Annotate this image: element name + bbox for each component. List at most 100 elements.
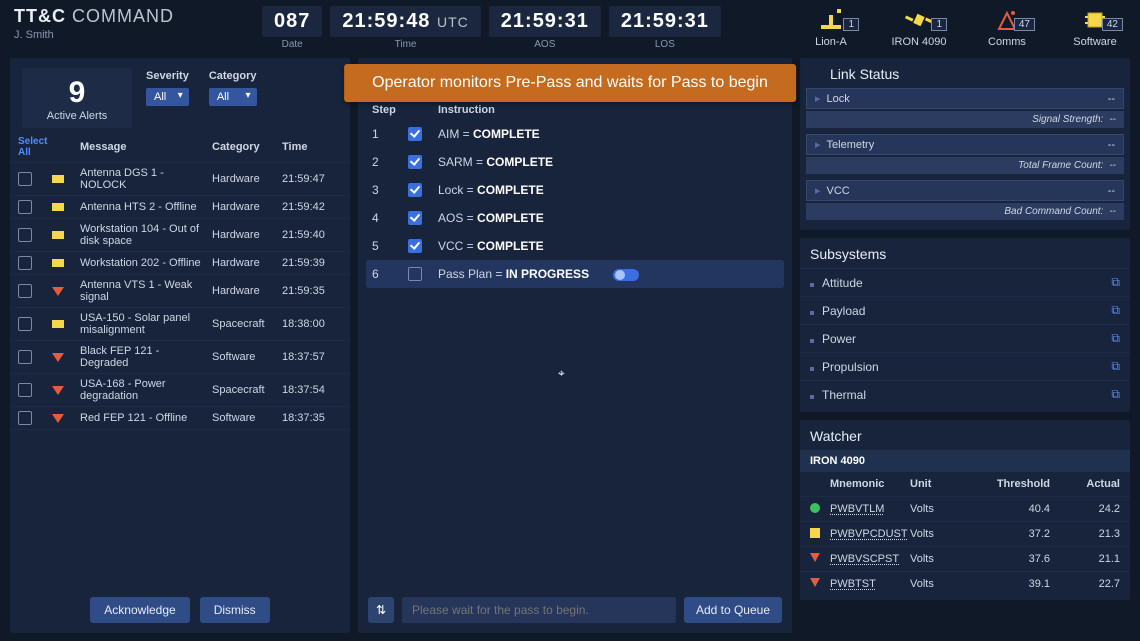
alert-time: 21:59:47 (282, 173, 342, 185)
alert-message: Antenna HTS 2 - Offline (80, 201, 206, 213)
alert-row[interactable]: Antenna DGS 1 - NOLOCK Hardware 21:59:47 (10, 163, 350, 196)
alert-category: Hardware (212, 201, 276, 213)
alert-message: Workstation 202 - Offline (80, 257, 206, 269)
alert-checkbox[interactable] (18, 284, 32, 298)
alert-row[interactable]: USA-150 - Solar panel misalignment Space… (10, 308, 350, 341)
step-checkbox[interactable] (408, 155, 422, 169)
app-title: TT&C COMMAND (14, 6, 254, 27)
alert-checkbox[interactable] (18, 317, 32, 331)
severity-critical-icon (52, 353, 64, 362)
add-to-queue-button[interactable]: Add to Queue (684, 597, 782, 623)
mnemonic[interactable]: PWBVSCPST (830, 553, 910, 565)
link-status-panel: Link Status ▸Lock-- Signal Strength:-- ▸… (800, 58, 1130, 230)
step-checkbox[interactable] (408, 183, 422, 197)
watcher-row[interactable]: PWBVSCPST Volts 37.6 21.1 (800, 546, 1130, 571)
clock-date: 087 Date (262, 6, 322, 50)
col-instruction: Instruction (438, 104, 778, 116)
status-critical-icon (810, 553, 820, 562)
alert-checkbox[interactable] (18, 172, 32, 186)
severity-caution-icon (52, 259, 64, 267)
watcher-satellite: IRON 4090 (800, 450, 1130, 472)
alert-row[interactable]: Antenna HTS 2 - Offline Hardware 21:59:4… (10, 196, 350, 219)
alert-checkbox[interactable] (18, 228, 32, 242)
alert-row[interactable]: USA-168 - Power degradation Spacecraft 1… (10, 374, 350, 407)
mnemonic[interactable]: PWBVPCDUST (830, 528, 910, 540)
alert-time: 21:59:35 (282, 285, 342, 297)
step-number: 5 (372, 239, 408, 253)
step-checkbox[interactable] (408, 239, 422, 253)
acknowledge-button[interactable]: Acknowledge (90, 597, 189, 623)
severity-caution-icon (52, 175, 64, 183)
severity-caution-icon (52, 320, 64, 328)
watcher-row[interactable]: PWBVPCDUST Volts 37.2 21.3 (800, 521, 1130, 546)
subsystem-item[interactable]: Attitude ⧉ (800, 268, 1130, 296)
alert-category: Software (212, 412, 276, 424)
alert-category: Spacecraft (212, 318, 276, 330)
sort-handle-icon[interactable]: ⇅ (368, 597, 394, 623)
subsystem-item[interactable]: Power ⧉ (800, 324, 1130, 352)
popout-icon[interactable]: ⧉ (1111, 303, 1120, 318)
subsystem-item[interactable]: Propulsion ⧉ (800, 352, 1130, 380)
pass-step-row[interactable]: 5 VCC = COMPLETE (358, 232, 792, 260)
alert-checkbox[interactable] (18, 200, 32, 214)
status-critical-icon (810, 578, 820, 587)
toast-banner: Operator monitors Pre-Pass and waits for… (344, 64, 796, 102)
alert-time: 18:37:35 (282, 412, 342, 424)
pass-step-row[interactable]: 2 SARM = COMPLETE (358, 148, 792, 176)
alert-checkbox[interactable] (18, 256, 32, 270)
link-group[interactable]: ▸Lock-- (806, 88, 1124, 109)
status-satellite-icon[interactable]: 1 IRON 4090 (888, 8, 950, 48)
alert-message: USA-168 - Power degradation (80, 378, 206, 402)
status-badge: 47 (1014, 18, 1035, 31)
alert-row[interactable]: Red FEP 121 - Offline Software 18:37:35 (10, 407, 350, 430)
alert-row[interactable]: Black FEP 121 - Degraded Software 18:37:… (10, 341, 350, 374)
alert-checkbox[interactable] (18, 411, 32, 425)
link-group[interactable]: ▸Telemetry-- (806, 134, 1124, 155)
status-badge: 1 (843, 18, 859, 31)
pass-step-row[interactable]: 4 AOS = COMPLETE (358, 204, 792, 232)
category-filter[interactable]: All (209, 88, 257, 106)
severity-filter[interactable]: All (146, 88, 189, 106)
step-number: 3 (372, 183, 408, 197)
dismiss-button[interactable]: Dismiss (200, 597, 270, 623)
pass-step-row[interactable]: 6 Pass Plan = IN PROGRESS (366, 260, 784, 288)
watcher-title: Watcher (800, 420, 1130, 450)
alert-checkbox[interactable] (18, 350, 32, 364)
subsystem-item[interactable]: Thermal ⧉ (800, 380, 1130, 408)
severity-critical-icon (52, 414, 64, 423)
alert-message: Black FEP 121 - Degraded (80, 345, 206, 369)
pass-step-row[interactable]: 3 Lock = COMPLETE (358, 176, 792, 204)
step-toggle[interactable] (613, 269, 639, 281)
alert-row[interactable]: Workstation 104 - Out of disk space Hard… (10, 219, 350, 252)
step-number: 2 (372, 155, 408, 169)
step-checkbox[interactable] (408, 211, 422, 225)
alert-row[interactable]: Antenna VTS 1 - Weak signal Hardware 21:… (10, 275, 350, 308)
step-checkbox[interactable] (408, 267, 422, 281)
alert-count: 9 Active Alerts (22, 68, 132, 128)
popout-icon[interactable]: ⧉ (1111, 387, 1120, 402)
mnemonic[interactable]: PWBVTLM (830, 503, 910, 515)
subsystem-item[interactable]: Payload ⧉ (800, 296, 1130, 324)
step-checkbox[interactable] (408, 127, 422, 141)
select-all[interactable]: Select All (18, 136, 46, 158)
user-name: J. Smith (14, 29, 254, 41)
command-input[interactable] (402, 597, 676, 623)
popout-icon[interactable]: ⧉ (1111, 359, 1120, 374)
popout-icon[interactable]: ⧉ (1111, 275, 1120, 290)
pass-step-row[interactable]: 1 AIM = COMPLETE (358, 120, 792, 148)
status-chip-icon[interactable]: 42 Software (1064, 8, 1126, 48)
link-group[interactable]: ▸VCC-- (806, 180, 1124, 201)
popout-icon[interactable]: ⧉ (1111, 331, 1120, 346)
subsystems-title: Subsystems (800, 238, 1130, 268)
status-antenna-icon[interactable]: 47 Comms (976, 8, 1038, 48)
brand: TT&C COMMAND J. Smith (14, 6, 254, 41)
subsystems-panel: Subsystems Attitude ⧉ Payload ⧉ Power ⧉ … (800, 238, 1130, 412)
watcher-row[interactable]: PWBTST Volts 39.1 22.7 (800, 571, 1130, 596)
link-metric: Total Frame Count:-- (806, 157, 1124, 174)
alert-row[interactable]: Workstation 202 - Offline Hardware 21:59… (10, 252, 350, 275)
alert-checkbox[interactable] (18, 383, 32, 397)
mnemonic[interactable]: PWBTST (830, 578, 910, 590)
status-ground-station-icon[interactable]: 1 Lion-A (800, 8, 862, 48)
alert-message: Workstation 104 - Out of disk space (80, 223, 206, 247)
watcher-row[interactable]: PWBVTLM Volts 40.4 24.2 (800, 496, 1130, 521)
